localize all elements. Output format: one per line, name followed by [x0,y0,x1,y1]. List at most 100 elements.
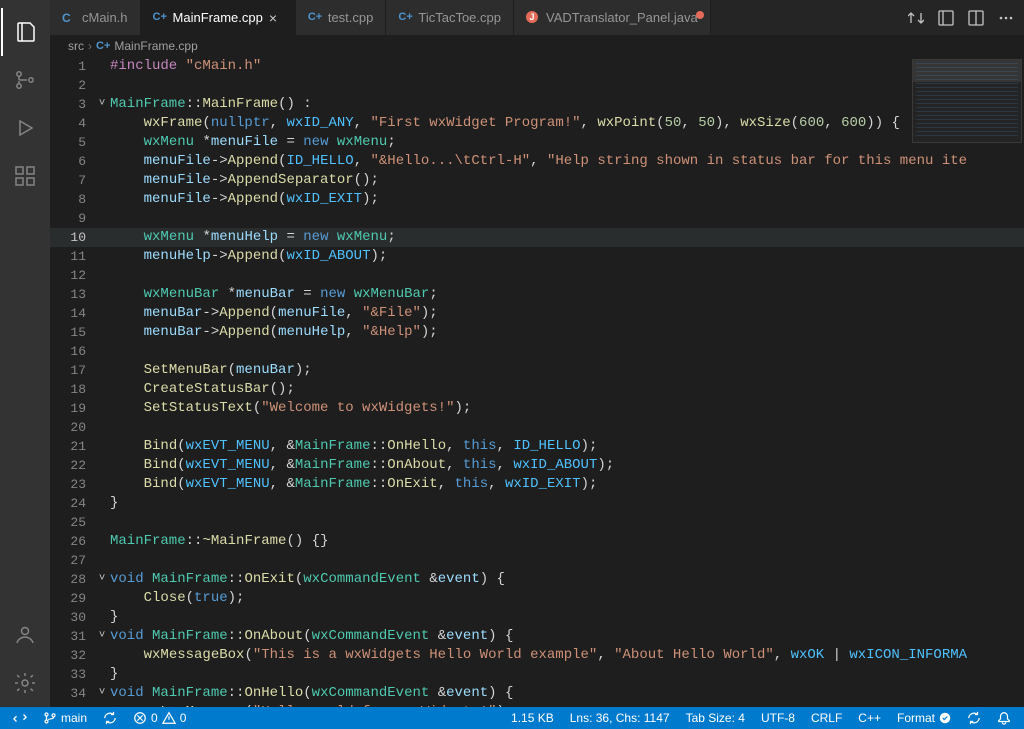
code-line[interactable]: 13 wxMenuBar *menuBar = new wxMenuBar; [50,285,1024,304]
code-line[interactable]: 33} [50,665,1024,684]
compare-changes-icon[interactable] [908,10,924,26]
line-number: 10 [50,228,94,247]
code-line[interactable]: 1#include "cMain.h" [50,57,1024,76]
code-text: void MainFrame::OnHello(wxCommandEvent &… [110,684,1024,703]
code-line[interactable]: 24} [50,494,1024,513]
status-format[interactable]: Format [892,711,956,725]
status-tabsize[interactable]: Tab Size: 4 [681,711,750,725]
tab-test-cpp[interactable]: C+test.cpp [296,0,387,35]
code-line[interactable]: 18 CreateStatusBar(); [50,380,1024,399]
code-line[interactable]: 8 menuFile->Append(wxID_EXIT); [50,190,1024,209]
open-changes-icon[interactable] [938,10,954,26]
code-line[interactable]: 11 menuHelp->Append(wxID_ABOUT); [50,247,1024,266]
status-remote[interactable] [8,711,32,725]
code-editor[interactable]: 1#include "cMain.h"23˅MainFrame::MainFra… [50,57,1024,707]
code-line[interactable]: 7 menuFile->AppendSeparator(); [50,171,1024,190]
code-line[interactable]: 6 menuFile->Append(ID_HELLO, "&Hello...\… [50,152,1024,171]
code-line[interactable]: 29 Close(true); [50,589,1024,608]
line-number: 17 [50,361,94,380]
code-text: wxFrame(nullptr, wxID_ANY, "First wxWidg… [110,114,1024,133]
activity-accounts[interactable] [1,611,49,659]
code-line[interactable]: 9 [50,209,1024,228]
code-line[interactable]: 34˅void MainFrame::OnHello(wxCommandEven… [50,684,1024,703]
code-line[interactable]: 30} [50,608,1024,627]
status-language[interactable]: C++ [853,711,886,725]
fold-icon[interactable]: ˅ [94,95,110,114]
fold-icon[interactable]: ˅ [94,684,110,703]
line-number: 9 [50,209,94,228]
fold-icon[interactable]: ˅ [94,627,110,646]
code-text: menuFile->AppendSeparator(); [110,171,1024,190]
code-text: wxLogMessage("Hello world from wxWidgets… [110,703,1024,707]
code-line[interactable]: 5 wxMenu *menuFile = new wxMenu; [50,133,1024,152]
file-icon: C+ [398,11,412,25]
status-encoding[interactable]: UTF-8 [756,711,800,725]
line-number: 20 [50,418,94,437]
more-actions-icon[interactable] [998,10,1014,26]
activity-source-control[interactable] [1,56,49,104]
code-line[interactable]: 21 Bind(wxEVT_MENU, &MainFrame::OnHello,… [50,437,1024,456]
code-line[interactable]: 22 Bind(wxEVT_MENU, &MainFrame::OnAbout,… [50,456,1024,475]
code-text: Bind(wxEVT_MENU, &MainFrame::OnHello, th… [110,437,1024,456]
code-line[interactable]: 4 wxFrame(nullptr, wxID_ANY, "First wxWi… [50,114,1024,133]
activity-extensions[interactable] [1,152,49,200]
code-line[interactable]: 27 [50,551,1024,570]
code-line[interactable]: 16 [50,342,1024,361]
status-lines[interactable]: Lns: 36, Chs: 1147 [565,711,675,725]
error-icon [133,711,147,725]
line-number: 24 [50,494,94,513]
code-line[interactable]: 15 menuBar->Append(menuHelp, "&Help"); [50,323,1024,342]
line-number: 3 [50,95,94,114]
activity-settings[interactable] [1,659,49,707]
code-line[interactable]: 23 Bind(wxEVT_MENU, &MainFrame::OnExit, … [50,475,1024,494]
breadcrumb-folder[interactable]: src [68,39,84,53]
status-problems[interactable]: 0 0 [128,711,191,725]
code-text: SetMenuBar(menuBar); [110,361,1024,380]
line-number: 26 [50,532,94,551]
activity-run-debug[interactable] [1,104,49,152]
code-line[interactable]: 14 menuBar->Append(menuFile, "&File"); [50,304,1024,323]
status-filesize[interactable]: 1.15 KB [506,711,559,725]
minimap[interactable] [912,59,1022,143]
tab-bar: CcMain.hC+MainFrame.cpp×C+test.cppC+TicT… [50,0,1024,35]
code-line[interactable]: 2 [50,76,1024,95]
breadcrumb[interactable]: src › C+ MainFrame.cpp [50,35,1024,57]
code-text: menuBar->Append(menuHelp, "&Help"); [110,323,1024,342]
code-line[interactable]: 3˅MainFrame::MainFrame() : [50,95,1024,114]
code-line[interactable]: 35 wxLogMessage("Hello world from wxWidg… [50,703,1024,707]
tab-label: VADTranslator_Panel.java [546,10,698,25]
file-icon: J [526,11,540,25]
code-line[interactable]: 28˅void MainFrame::OnExit(wxCommandEvent… [50,570,1024,589]
status-prettier-icon[interactable] [962,711,986,725]
code-line[interactable]: 17 SetMenuBar(menuBar); [50,361,1024,380]
fold-icon[interactable]: ˅ [94,570,110,589]
line-number: 5 [50,133,94,152]
line-number: 1 [50,57,94,76]
code-line[interactable]: 20 [50,418,1024,437]
file-icon: C+ [308,11,322,25]
status-eol[interactable]: CRLF [806,711,847,725]
activity-explorer[interactable] [1,8,49,56]
warning-icon [162,711,176,725]
code-text: wxMessageBox("This is a wxWidgets Hello … [110,646,1024,665]
breadcrumb-file[interactable]: MainFrame.cpp [114,39,197,53]
code-line[interactable]: 25 [50,513,1024,532]
split-editor-icon[interactable] [968,10,984,26]
close-icon[interactable]: × [269,10,283,26]
status-branch[interactable]: main [38,711,92,725]
code-line[interactable]: 19 SetStatusText("Welcome to wxWidgets!"… [50,399,1024,418]
tab-mainframe-cpp[interactable]: C+MainFrame.cpp× [141,0,296,35]
line-number: 15 [50,323,94,342]
code-line[interactable]: 32 wxMessageBox("This is a wxWidgets Hel… [50,646,1024,665]
tab-vadtranslator_panel-java[interactable]: J VADTranslator_Panel.java [514,0,711,35]
status-bell[interactable] [992,711,1016,725]
status-sync[interactable] [98,711,122,725]
code-line[interactable]: 31˅void MainFrame::OnAbout(wxCommandEven… [50,627,1024,646]
code-line[interactable]: 12 [50,266,1024,285]
tab-label: cMain.h [82,10,128,25]
code-text: SetStatusText("Welcome to wxWidgets!"); [110,399,1024,418]
code-line[interactable]: 10 wxMenu *menuHelp = new wxMenu; [50,228,1024,247]
tab-cmain-h[interactable]: CcMain.h [50,0,141,35]
code-line[interactable]: 26MainFrame::~MainFrame() {} [50,532,1024,551]
tab-tictactoe-cpp[interactable]: C+TicTacToe.cpp [386,0,514,35]
